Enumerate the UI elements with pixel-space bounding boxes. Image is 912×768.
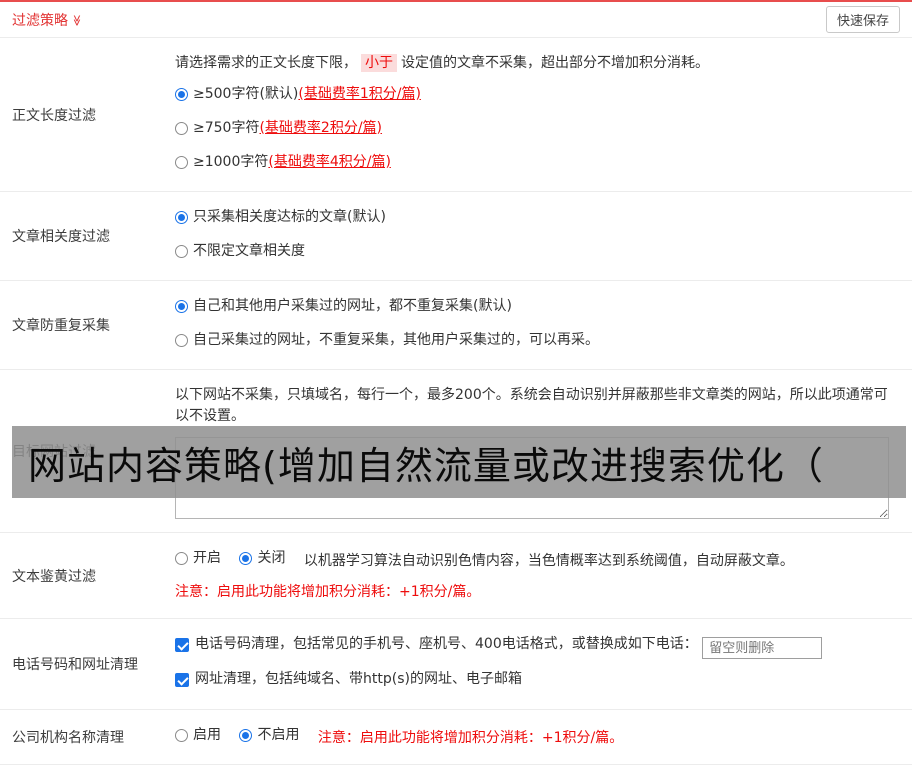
row-relevance-filter: 文章相关度过滤 只采集相关度达标的文章(默认) 不限定文章相关度 <box>0 192 912 281</box>
rate-note-1000: (基础费率4积分/篇) <box>268 154 391 170</box>
radio-label-company-enable: 启用 <box>193 726 221 743</box>
phone-clean-option: 电话号码清理，包括常见的手机号、座机号、400电话格式，或替换成如下电话： <box>175 634 900 659</box>
radio-option-relevance-strict[interactable]: 只采集相关度达标的文章(默认) <box>175 207 900 231</box>
quick-save-button[interactable]: 快速保存 <box>825 6 900 33</box>
label-phone-url-clean: 电话号码和网址清理 <box>12 656 138 673</box>
porn-filter-note: 注意：启用此功能将增加积分消耗：+1积分/篇。 <box>175 584 481 600</box>
label-body-length-filter: 正文长度过滤 <box>12 107 96 124</box>
radio-label-dedup-self: 自己采集过的网址，不重复采集，其他用户采集过的，可以再采。 <box>193 332 599 348</box>
company-clean-options: 启用 不启用 注意：启用此功能将增加积分消耗：+1积分/篇。 <box>175 725 900 749</box>
radio-option-750[interactable]: ≥750字符 (基础费率2积分/篇) <box>175 118 900 142</box>
radio-icon-1000[interactable] <box>175 156 188 169</box>
intro-post-text: 设定值的文章不采集，超出部分不增加积分消耗。 <box>401 55 709 71</box>
phone-clean-checkbox-icon[interactable] <box>175 637 189 652</box>
radio-label-500: ≥500字符(默认) <box>193 86 299 102</box>
radio-icon-company-enable[interactable] <box>175 728 188 742</box>
row-keyword-dedup: 关键词防重复采集 私有词库中每个关键词最多允许采集篇文章。 如果留空或设为0，则… <box>0 765 912 768</box>
radio-icon-relevance-any[interactable] <box>175 245 188 258</box>
rate-note-750: (基础费率2积分/篇) <box>259 120 383 136</box>
phone-replace-input[interactable] <box>702 637 823 659</box>
radio-option-company-enable[interactable]: 启用 <box>175 725 221 746</box>
page-title-text: 过滤策略 <box>12 12 68 29</box>
length-filter-intro: 请选择需求的正文长度下限， 小于 设定值的文章不采集，超出部分不增加积分消耗。 <box>175 53 900 74</box>
label-dedup-filter: 文章防重复采集 <box>12 318 110 334</box>
radio-option-dedup-self[interactable]: 自己采集过的网址，不重复采集，其他用户采集过的，可以再采。 <box>175 330 900 354</box>
row-porn-filter: 文本鉴黄过滤 开启 关闭 以机器学习算法自动识别色情内容，当色情概率达到系统阈值… <box>0 533 912 619</box>
radio-icon-company-disable[interactable] <box>239 728 253 742</box>
radio-label-relevance-any: 不限定文章相关度 <box>193 243 305 259</box>
radio-icon-500[interactable] <box>175 88 188 101</box>
porn-filter-options: 开启 关闭 以机器学习算法自动识别色情内容，当色情概率达到系统阈值，自动屏蔽文章… <box>175 548 900 572</box>
label-company-clean: 公司机构名称清理 <box>12 729 124 746</box>
porn-filter-description: 以机器学习算法自动识别色情内容，当色情概率达到系统阈值，自动屏蔽文章。 <box>303 553 794 569</box>
radio-icon-porn-on[interactable] <box>175 552 188 565</box>
radio-icon-relevance-strict[interactable] <box>175 211 188 224</box>
page-title[interactable]: 过滤策略 ≫ <box>12 10 83 30</box>
radio-option-500[interactable]: ≥500字符(默认) (基础费率1积分/篇) <box>175 84 900 108</box>
rate-note-500: (基础费率1积分/篇) <box>298 86 421 102</box>
row-dedup-filter: 文章防重复采集 自己和其他用户采集过的网址，都不重复采集(默认) 自己采集过的网… <box>0 281 912 370</box>
radio-option-porn-on[interactable]: 开启 <box>175 548 221 569</box>
company-clean-note: 注意：启用此功能将增加积分消耗：+1积分/篇。 <box>317 729 624 746</box>
radio-label-dedup-all: 自己和其他用户采集过的网址，都不重复采集(默认) <box>193 298 512 314</box>
url-clean-option: 网址清理，包括纯域名、带http(s)的网址、电子邮箱 <box>175 669 900 694</box>
less-than-highlight: 小于 <box>361 54 397 72</box>
row-target-site-filter: 目标网站过滤 以下网站不采集，只填域名，每行一个，最多200个。系统会自动识别并… <box>0 370 912 533</box>
row-phone-url-clean: 电话号码和网址清理 电话号码清理，包括常见的手机号、座机号、400电话格式，或替… <box>0 619 912 710</box>
url-clean-checkbox-icon[interactable] <box>175 672 189 687</box>
label-porn-filter: 文本鉴黄过滤 <box>12 568 96 585</box>
collapse-chevron-icon: ≫ <box>70 14 84 26</box>
radio-label-company-disable: 不启用 <box>257 726 300 743</box>
radio-icon-750[interactable] <box>175 122 188 135</box>
target-site-description: 以下网站不采集，只填域名，每行一个，最多200个。系统会自动识别并屏蔽那些非文章… <box>175 387 888 424</box>
radio-label-1000: ≥1000字符 <box>193 154 269 170</box>
intro-pre-text: 请选择需求的正文长度下限， <box>175 55 357 71</box>
radio-label-relevance-strict: 只采集相关度达标的文章(默认) <box>193 209 386 225</box>
overlay-banner-text: 网站内容策略(增加自然流量或改进搜索优化（ <box>28 443 824 488</box>
phone-clean-checkbox-option[interactable]: 电话号码清理，包括常见的手机号、座机号、400电话格式，或替换成如下电话： <box>175 634 698 655</box>
radio-label-porn-off: 关闭 <box>257 550 286 566</box>
radio-option-dedup-all[interactable]: 自己和其他用户采集过的网址，都不重复采集(默认) <box>175 296 900 320</box>
row-body-length-filter: 正文长度过滤 请选择需求的正文长度下限， 小于 设定值的文章不采集，超出部分不增加积… <box>0 38 912 192</box>
radio-icon-dedup-all[interactable] <box>175 300 188 313</box>
url-clean-label: 网址清理，包括纯域名、带http(s)的网址、电子邮箱 <box>195 671 522 687</box>
radio-label-porn-on: 开启 <box>193 550 221 566</box>
radio-option-company-disable[interactable]: 不启用 <box>239 725 299 746</box>
radio-label-750: ≥750字符 <box>193 120 260 136</box>
page-header: 过滤策略 ≫ 快速保存 <box>0 2 912 38</box>
radio-option-relevance-any[interactable]: 不限定文章相关度 <box>175 241 900 265</box>
radio-option-porn-off[interactable]: 关闭 <box>239 548 285 569</box>
row-company-clean: 公司机构名称清理 启用 不启用 注意：启用此功能将增加积分消耗：+1积分/篇。 <box>0 710 912 765</box>
label-relevance-filter: 文章相关度过滤 <box>12 229 110 245</box>
radio-option-1000[interactable]: ≥1000字符 (基础费率4积分/篇) <box>175 152 900 176</box>
phone-clean-label: 电话号码清理，包括常见的手机号、座机号、400电话格式，或替换成如下电话： <box>195 636 698 652</box>
url-clean-checkbox-option[interactable]: 网址清理，包括纯域名、带http(s)的网址、电子邮箱 <box>175 669 522 690</box>
overlay-banner: 网站内容策略(增加自然流量或改进搜索优化（ <box>12 426 906 498</box>
label-keyword-dedup: 关键词防重复采集 <box>0 765 175 768</box>
radio-icon-dedup-self[interactable] <box>175 334 188 347</box>
radio-icon-porn-off[interactable] <box>239 552 253 565</box>
filter-strategy-page: 过滤策略 ≫ 快速保存 正文长度过滤 请选择需求的正文长度下限， 小于 设定值的文章不… <box>0 0 912 768</box>
